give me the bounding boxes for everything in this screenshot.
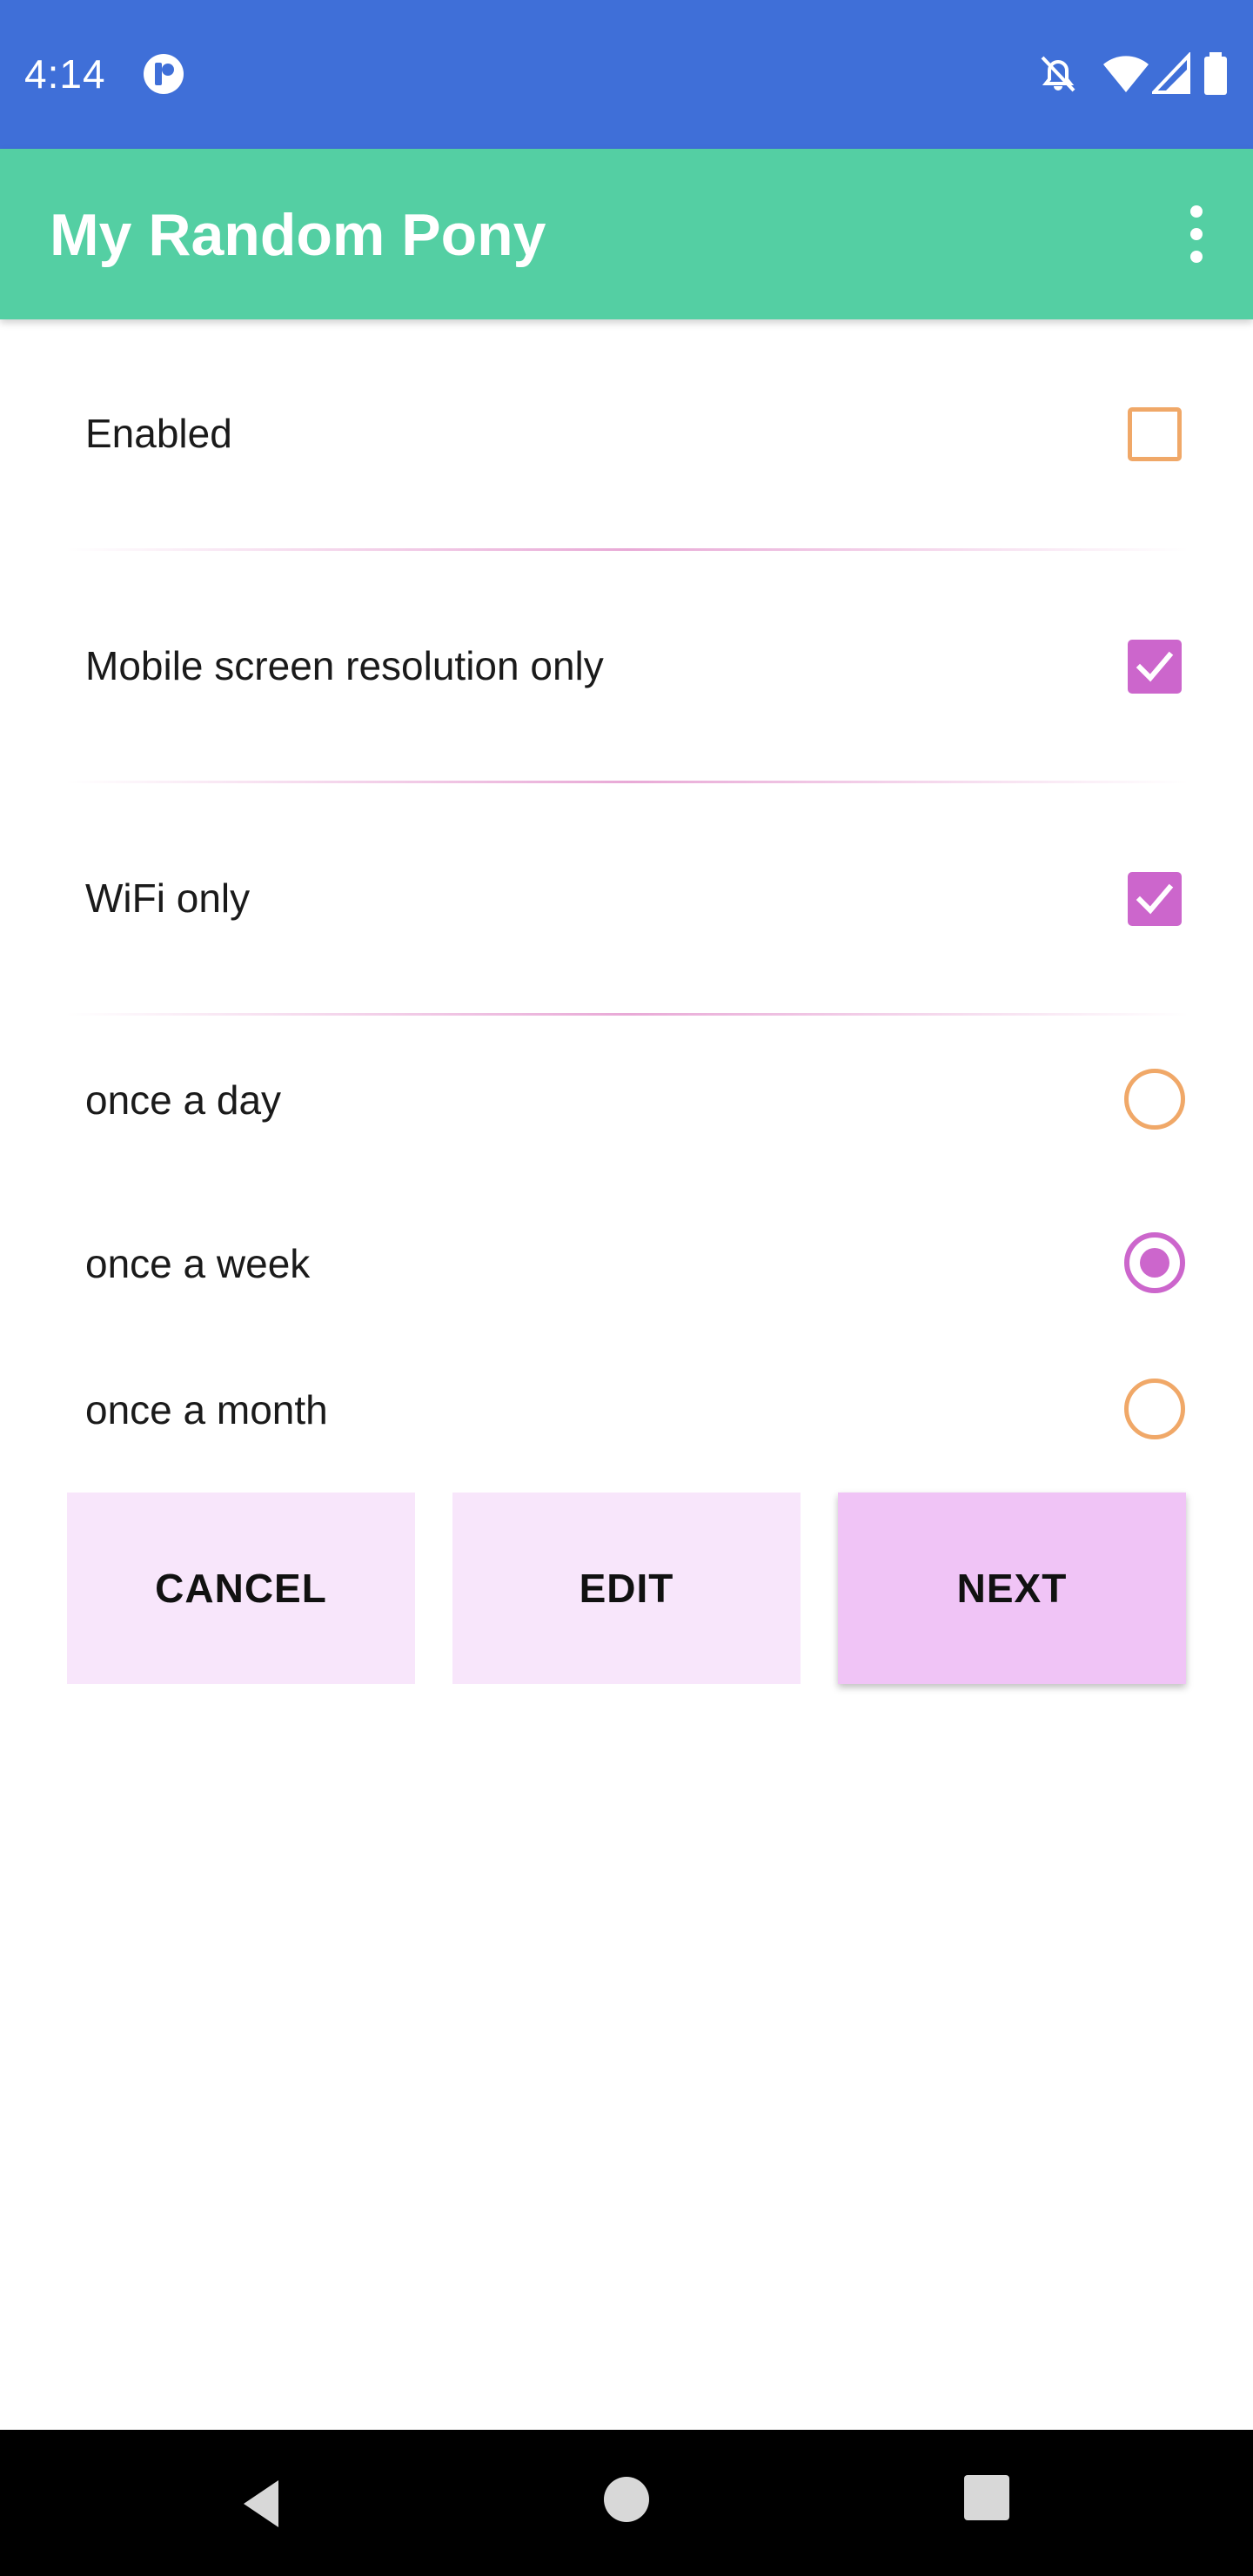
edit-button[interactable]: EDIT bbox=[452, 1493, 801, 1684]
signal-icon bbox=[1152, 52, 1190, 94]
more-vert-icon[interactable] bbox=[1175, 192, 1218, 276]
pref-mobile-resolution-label: Mobile screen resolution only bbox=[85, 643, 604, 688]
pref-enabled[interactable]: Enabled bbox=[0, 383, 1253, 487]
radio-once-a-week-button[interactable] bbox=[1124, 1232, 1185, 1293]
wifi-only-checkbox[interactable] bbox=[1128, 872, 1182, 926]
radio-once-a-day[interactable]: once a day bbox=[0, 1051, 1253, 1147]
recents-icon[interactable] bbox=[962, 2473, 1011, 2522]
radio-once-a-day-button[interactable] bbox=[1124, 1069, 1185, 1130]
pref-mobile-resolution[interactable]: Mobile screen resolution only bbox=[0, 615, 1253, 720]
divider bbox=[66, 781, 1189, 783]
enabled-checkbox[interactable] bbox=[1128, 407, 1182, 461]
app-notification-icon bbox=[144, 54, 184, 94]
notifications-off-icon bbox=[1041, 56, 1075, 92]
radio-once-a-week-label: once a week bbox=[85, 1241, 311, 1286]
radio-once-a-week[interactable]: once a week bbox=[0, 1215, 1253, 1311]
divider bbox=[66, 548, 1189, 551]
pref-enabled-label: Enabled bbox=[85, 411, 232, 456]
pref-wifi-only[interactable]: WiFi only bbox=[0, 848, 1253, 952]
radio-once-a-month[interactable]: once a month bbox=[0, 1361, 1253, 1457]
app-bar: My Random Pony bbox=[0, 149, 1253, 319]
app-title: My Random Pony bbox=[50, 202, 546, 268]
radio-selected-dot bbox=[1140, 1248, 1169, 1278]
radio-once-a-day-label: once a day bbox=[85, 1077, 282, 1123]
mobile-resolution-checkbox[interactable] bbox=[1128, 640, 1182, 694]
checkmark-icon bbox=[1136, 651, 1174, 682]
radio-once-a-month-button[interactable] bbox=[1124, 1379, 1185, 1439]
status-bar: 4:14 bbox=[0, 0, 1253, 149]
battery-icon bbox=[1204, 52, 1227, 95]
next-button[interactable]: NEXT bbox=[838, 1493, 1186, 1684]
cancel-button[interactable]: CANCEL bbox=[67, 1493, 415, 1684]
back-icon[interactable] bbox=[233, 2473, 294, 2534]
radio-once-a-month-label: once a month bbox=[85, 1387, 328, 1432]
checkmark-icon bbox=[1136, 883, 1174, 915]
navigation-bar bbox=[0, 2430, 1253, 2576]
status-time: 4:14 bbox=[24, 51, 106, 97]
home-icon[interactable] bbox=[600, 2473, 653, 2526]
divider bbox=[66, 1013, 1189, 1016]
pref-wifi-only-label: WiFi only bbox=[85, 875, 251, 921]
wifi-icon bbox=[1103, 56, 1149, 92]
